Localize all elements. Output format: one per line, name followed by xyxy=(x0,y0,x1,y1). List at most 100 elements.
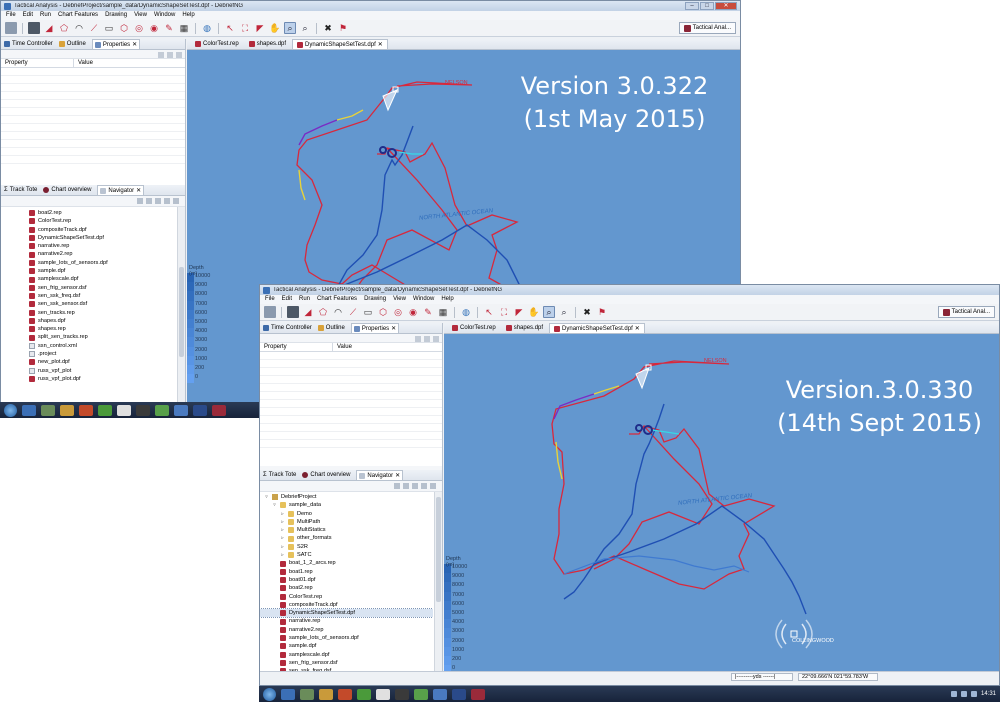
menu-edit[interactable]: Edit xyxy=(282,296,292,303)
line-icon[interactable]: ⟋ xyxy=(88,22,100,34)
scroll-thumb[interactable] xyxy=(436,497,441,602)
taskbar-app-icon[interactable] xyxy=(281,688,295,700)
close-tab-icon[interactable]: ✕ xyxy=(378,41,383,48)
tab-properties[interactable]: Properties ✕ xyxy=(91,39,141,49)
taskbar-app-icon[interactable] xyxy=(136,404,150,416)
crop-icon[interactable]: ⛶ xyxy=(239,22,251,34)
ruler-icon[interactable]: ◤ xyxy=(513,306,525,318)
target-icon[interactable]: ◎ xyxy=(392,306,404,318)
up-icon[interactable] xyxy=(412,483,418,489)
navigator-item[interactable]: narrative.rep xyxy=(260,617,433,625)
tab-outline[interactable]: Outline xyxy=(317,325,345,331)
view-menu-icon[interactable] xyxy=(433,336,439,342)
tab-time-controller[interactable]: Time Controller xyxy=(263,325,312,331)
expand-toggle-icon[interactable]: ▹ xyxy=(280,510,285,518)
back-icon[interactable] xyxy=(137,198,143,204)
polygon-icon[interactable]: ⬡ xyxy=(377,306,389,318)
navigator-item[interactable]: .project xyxy=(1,350,176,358)
navigator-item[interactable]: sen_tracks.rep xyxy=(1,309,176,317)
annotation-icon[interactable]: ✎ xyxy=(422,306,434,318)
tab-track-tote[interactable]: Σ Track Tote xyxy=(263,472,296,478)
navigator-item[interactable]: ▿ DebriefProject xyxy=(260,493,433,501)
track-red[interactable] xyxy=(551,360,776,590)
taskbar-app-icon[interactable] xyxy=(338,688,352,700)
ship-marker-collingwood[interactable] xyxy=(790,630,798,638)
navigator-item[interactable]: sen_frig_sensor.dsf xyxy=(1,284,176,292)
back-icon[interactable] xyxy=(394,483,400,489)
globe-icon[interactable]: ◍ xyxy=(460,306,472,318)
tactical-plot[interactable]: NELSON COLLINGWOOD NORTH ATLANTIC OCEAN … xyxy=(444,334,999,671)
shape-icon[interactable]: ⬠ xyxy=(58,22,70,34)
close-button[interactable]: ✕ xyxy=(715,2,737,10)
categories-icon[interactable] xyxy=(415,336,421,342)
navigator-item[interactable]: sen_ssk_sensor.dsf xyxy=(1,300,176,308)
navigator-item[interactable]: boat1.rep xyxy=(260,568,433,576)
expand-toggle-icon[interactable]: ▿ xyxy=(272,501,277,509)
track-red-branch[interactable] xyxy=(593,425,713,570)
view-menu-icon[interactable] xyxy=(176,52,182,58)
expand-toggle-icon[interactable]: ▿ xyxy=(264,493,269,501)
track-yellow[interactable] xyxy=(336,109,364,121)
navigator-item[interactable]: sample_lots_of_sensors.dpf xyxy=(260,634,433,642)
navigator-item[interactable]: ▹ SATC xyxy=(260,551,433,559)
taskbar-app-icon[interactable] xyxy=(300,688,314,700)
editor-tab-dynamicshapeset[interactable]: DynamicShapeSetTest.dpf ✕ xyxy=(292,39,388,49)
up-icon[interactable] xyxy=(155,198,161,204)
tray-icon[interactable] xyxy=(950,691,957,697)
taskbar-app-icon[interactable] xyxy=(193,404,207,416)
navigator-item[interactable]: sample.dpf xyxy=(260,642,433,650)
arc-icon[interactable]: ◠ xyxy=(73,22,85,34)
menu-view[interactable]: View xyxy=(134,12,147,19)
menu-chart-features[interactable]: Chart Features xyxy=(58,12,98,19)
target-icon[interactable]: ◎ xyxy=(133,22,145,34)
track-cluster-2[interactable] xyxy=(635,424,643,432)
start-button[interactable] xyxy=(263,687,276,701)
track-cluster-2[interactable] xyxy=(379,146,387,154)
link-icon[interactable] xyxy=(430,483,436,489)
navigator-scrollbar[interactable] xyxy=(434,492,442,671)
print-icon[interactable] xyxy=(287,306,299,318)
navigator-item[interactable]: ▹ MultiPath xyxy=(260,518,433,526)
taskbar-app-icon[interactable] xyxy=(452,688,466,700)
collapse-all-icon[interactable] xyxy=(421,483,427,489)
navigator-item[interactable]: ▹ S2R xyxy=(260,543,433,551)
sensor-cone[interactable] xyxy=(382,89,398,112)
editor-tab-dynamicshapeset[interactable]: DynamicShapeSetTest.dpf ✕ xyxy=(549,323,645,333)
menu-chart-features[interactable]: Chart Features xyxy=(317,296,357,303)
menu-window[interactable]: Window xyxy=(154,12,175,19)
navigator-item[interactable]: shapes.dpf xyxy=(1,317,176,325)
taskbar-app-icon[interactable] xyxy=(98,404,112,416)
navigator-item[interactable]: ssn_control.xml xyxy=(1,342,176,350)
filter-icon[interactable] xyxy=(167,52,173,58)
navigator-item[interactable]: compositeTrack.dpf xyxy=(1,226,176,234)
navigator-item[interactable]: narrative2.rep xyxy=(260,626,433,634)
ruler-icon[interactable]: ◤ xyxy=(254,22,266,34)
rectangle-icon[interactable]: ▭ xyxy=(103,22,115,34)
tab-navigator[interactable]: Navigator ✕ xyxy=(97,185,145,195)
navigator-item[interactable]: sample.dpf xyxy=(1,267,176,275)
perspective-switcher[interactable]: Tactical Anal... xyxy=(937,306,995,318)
tab-chart-overview[interactable]: Chart overview xyxy=(302,472,350,478)
rectangle-icon[interactable]: ▭ xyxy=(362,306,374,318)
perspective-switcher[interactable]: Tactical Anal... xyxy=(678,22,736,34)
fit-icon[interactable]: ✖ xyxy=(322,22,334,34)
link-icon[interactable] xyxy=(173,198,179,204)
navigator-item[interactable]: narrative.rep xyxy=(1,242,176,250)
tray-icon[interactable] xyxy=(970,691,977,697)
track-yellow-2[interactable] xyxy=(555,441,563,480)
taskbar-app-icon[interactable] xyxy=(433,688,447,700)
tab-properties[interactable]: Properties ✕ xyxy=(350,323,400,333)
start-button[interactable] xyxy=(4,403,17,417)
expand-toggle-icon[interactable]: ▹ xyxy=(280,551,285,559)
menu-help[interactable]: Help xyxy=(441,296,453,303)
taskbar-app-icon[interactable] xyxy=(376,688,390,700)
navigator-scrollbar[interactable] xyxy=(177,207,185,407)
taskbar-app-icon[interactable] xyxy=(395,688,409,700)
track-red[interactable] xyxy=(296,81,519,311)
menu-drawing[interactable]: Drawing xyxy=(364,296,386,303)
flag-icon[interactable]: ⚑ xyxy=(596,306,608,318)
navigator-item[interactable]: sen_frig_sensor.dsf xyxy=(260,659,433,667)
menu-file[interactable]: File xyxy=(265,296,275,303)
taskbar-app-icon[interactable] xyxy=(117,404,131,416)
taskbar-app-icon[interactable] xyxy=(319,688,333,700)
